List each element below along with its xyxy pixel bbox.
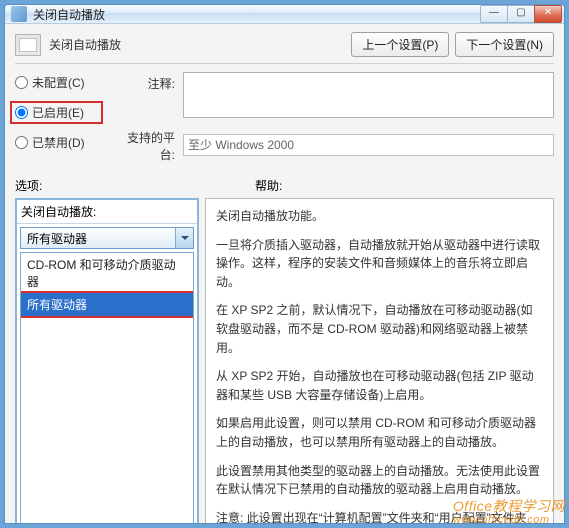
maximize-button[interactable]: ▢ bbox=[507, 5, 535, 23]
platform-label: 支持的平台: bbox=[113, 126, 175, 163]
form-column: 注释: 支持的平台: bbox=[113, 72, 554, 163]
window-title: 关闭自动播放 bbox=[33, 6, 481, 23]
radio-unconfigured-label: 未配置(C) bbox=[32, 74, 85, 91]
window-icon bbox=[11, 6, 27, 22]
radio-disabled-input[interactable] bbox=[15, 136, 28, 149]
options-pane: 关闭自动播放: 所有驱动器 CD-ROM 和可移动介质驱动器 所有驱动器 bbox=[15, 198, 199, 524]
help-pane[interactable]: 关闭自动播放功能。 一旦将介质插入驱动器，自动播放就开始从驱动器中进行读取操作。… bbox=[205, 198, 554, 524]
window-controls: — ▢ ✕ bbox=[481, 5, 562, 23]
section-labels: 选项: 帮助: bbox=[15, 177, 554, 194]
help-label: 帮助: bbox=[255, 177, 282, 194]
close-button[interactable]: ✕ bbox=[534, 5, 562, 23]
radio-enabled[interactable]: 已启用(E) bbox=[10, 101, 103, 124]
help-paragraph: 一旦将介质插入驱动器，自动播放就开始从驱动器中进行读取操作。这样，程序的安装文件… bbox=[216, 236, 543, 292]
lower-panes: 关闭自动播放: 所有驱动器 CD-ROM 和可移动介质驱动器 所有驱动器 关闭自… bbox=[15, 198, 554, 524]
radio-enabled-label: 已启用(E) bbox=[32, 104, 84, 121]
policy-dialog-window: 关闭自动播放 — ▢ ✕ 关闭自动播放 上一个设置(P) 下一个设置(N) 未配… bbox=[4, 4, 565, 524]
comment-textarea[interactable] bbox=[183, 72, 554, 118]
header-row: 关闭自动播放 上一个设置(P) 下一个设置(N) bbox=[15, 32, 554, 57]
radio-disabled[interactable]: 已禁用(D) bbox=[15, 134, 103, 151]
policy-icon bbox=[15, 34, 41, 56]
autoplay-combo-label: 关闭自动播放: bbox=[17, 200, 197, 224]
radio-unconfigured[interactable]: 未配置(C) bbox=[15, 74, 103, 91]
prev-setting-button[interactable]: 上一个设置(P) bbox=[351, 32, 449, 57]
autoplay-option-list[interactable]: CD-ROM 和可移动介质驱动器 所有驱动器 bbox=[20, 252, 194, 524]
autoplay-combo-value: 所有驱动器 bbox=[27, 230, 87, 247]
dropdown-arrow-icon[interactable] bbox=[175, 228, 193, 248]
client-area: 关闭自动播放 上一个设置(P) 下一个设置(N) 未配置(C) 已启用(E) bbox=[5, 24, 564, 524]
platform-field bbox=[183, 134, 554, 156]
help-paragraph: 如果启用此设置，则可以禁用 CD-ROM 和可移动介质驱动器上的自动播放，也可以… bbox=[216, 414, 543, 451]
list-item[interactable]: 所有驱动器 bbox=[21, 293, 193, 316]
autoplay-combo[interactable]: 所有驱动器 bbox=[20, 227, 194, 249]
help-paragraph: 在 XP SP2 之前，默认情况下，自动播放在可移动驱动器(如软盘驱动器，而不是… bbox=[216, 301, 543, 357]
state-radio-group: 未配置(C) 已启用(E) 已禁用(D) bbox=[15, 72, 103, 163]
radio-unconfigured-input[interactable] bbox=[15, 76, 28, 89]
minimize-button[interactable]: — bbox=[480, 5, 508, 23]
list-item[interactable]: CD-ROM 和可移动介质驱动器 bbox=[21, 253, 193, 293]
config-block: 未配置(C) 已启用(E) 已禁用(D) 注释: 支持的平台: bbox=[15, 72, 554, 163]
help-paragraph: 此设置禁用其他类型的驱动器上的自动播放。无法使用此设置在默认情况下已禁用的自动播… bbox=[216, 462, 543, 499]
options-label: 选项: bbox=[15, 177, 255, 194]
next-setting-button[interactable]: 下一个设置(N) bbox=[455, 32, 554, 57]
comment-label: 注释: bbox=[113, 72, 175, 92]
help-paragraph: 关闭自动播放功能。 bbox=[216, 207, 543, 226]
separator bbox=[15, 63, 554, 64]
radio-enabled-input[interactable] bbox=[15, 106, 28, 119]
window-titlebar: 关闭自动播放 — ▢ ✕ bbox=[5, 5, 564, 24]
radio-disabled-label: 已禁用(D) bbox=[32, 134, 85, 151]
help-paragraph: 从 XP SP2 开始，自动播放也在可移动驱动器(包括 ZIP 驱动器和某些 U… bbox=[216, 367, 543, 404]
help-paragraph: 注意: 此设置出现在“计算机配置”文件夹和“用户配置”文件夹中。如果两个设置发生… bbox=[216, 509, 543, 524]
policy-title: 关闭自动播放 bbox=[49, 36, 343, 53]
